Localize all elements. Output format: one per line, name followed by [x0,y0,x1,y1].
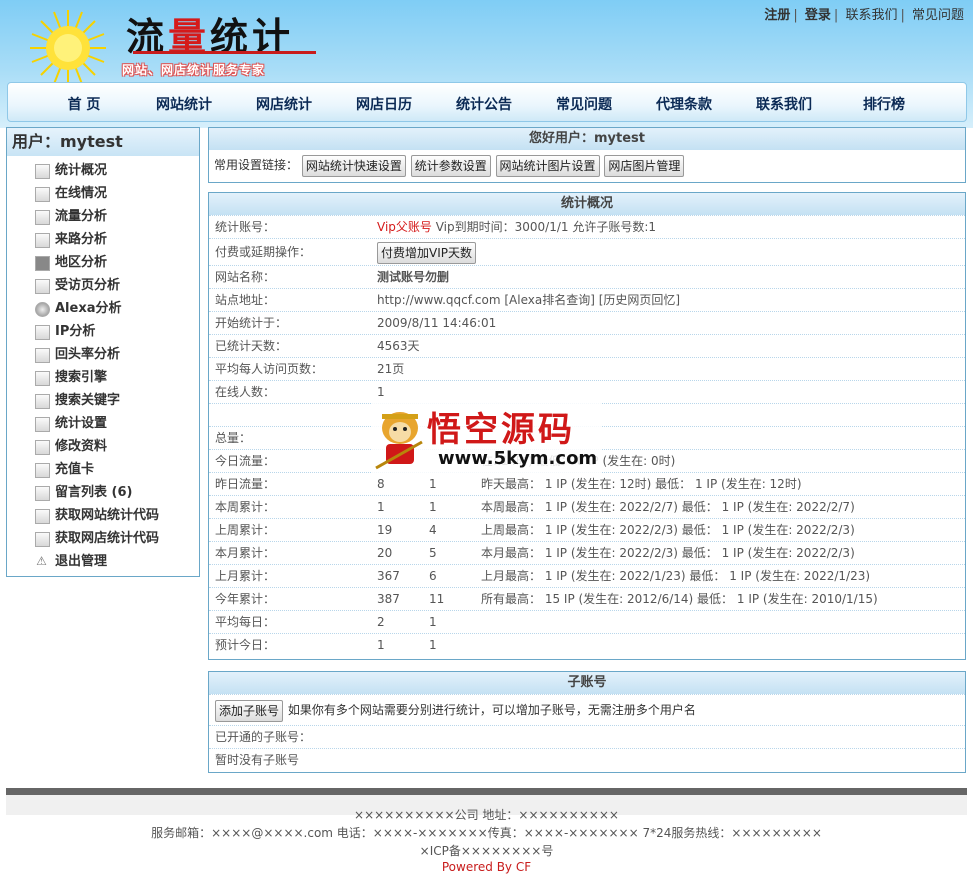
map-icon [35,256,50,271]
add-subaccount-hint: 如果你有多个网站需要分别进行统计，可以增加子账号，无需注册多个用户名 [287,703,696,717]
online-row: 在线人数： 1 [209,380,965,403]
nav-shop-calendar[interactable]: 网店日历 [334,83,434,121]
footer-divider [6,788,967,795]
stat-row-forecast: 预计今日： 1 1 [209,633,965,656]
site-url-row: 站点地址： http://www.qqcf.com [Alexa排名查询] [历… [209,288,965,311]
stat-row-yesterday: 昨日流量： 8 1 昨天最高： 1 IP (发生在: 12时) 最低： 1 IP (发… [209,472,965,495]
no-subaccounts-row: 暂时没有子账号 [209,748,965,771]
page-icon [35,394,50,409]
arrow-icon [35,509,50,524]
nav-site-stats[interactable]: 网站统计 [134,83,234,121]
settings-links-row: 常用设置链接： 网站统计快速设置 统计参数设置 网站统计图片设置 网店图片管理 [209,150,965,180]
nav-shop-stats[interactable]: 网店统计 [234,83,334,121]
nav-home[interactable]: 首 页 [34,83,134,121]
register-link[interactable]: 注册 [761,8,793,23]
add-subaccount-row: 添加子账号 如果你有多个网站需要分别进行统计，可以增加子账号，无需注册多个用户名 [209,694,965,725]
start-row: 开始统计于： 2009/8/11 14:46:01 [209,311,965,334]
sidebar: 用户：mytest 统计概况 在线情况 流量分析 来路分析 地区分析 受访页分析… [6,127,200,577]
page-icon [35,187,50,202]
globe-icon [35,302,50,317]
footer-contact: 服务邮箱：××××@××××.com 电话：××××-×××××××传真：×××… [151,826,822,840]
footer-powered[interactable]: Powered By CF [0,860,973,874]
warning-icon: ⚠ [36,554,47,568]
add-subaccount-button[interactable]: 添加子账号 [215,699,284,722]
faq-link[interactable]: 常见问题 [909,8,967,23]
nav-announcements[interactable]: 统计公告 [434,83,534,121]
logo-underline [133,51,316,54]
site-name-row: 网站名称： 测试账号勿删 [209,265,965,288]
footer-icp: ×ICP备××××××××号 [419,844,554,858]
stat-row-daily-avg: 平均每日： 2 1 [209,610,965,633]
nav-ranking[interactable]: 排行榜 [834,83,934,121]
welcome-title: 您好用户：mytest [209,128,965,150]
main-nav: 首 页 网站统计 网店统计 网店日历 统计公告 常见问题 代理条款 联系我们 排… [7,82,967,122]
avg-pages-row: 平均每人访问页数： 21页 [209,357,965,380]
opened-subaccounts-row: 已开通的子账号： [209,725,965,748]
welcome-panel: 您好用户：mytest 常用设置链接： 网站统计快速设置 统计参数设置 网站统计… [208,127,966,183]
message-icon [35,486,50,501]
settings-links-label: 常用设置链接： [214,158,299,172]
nav-contact[interactable]: 联系我们 [734,83,834,121]
pay-row: 付费或延期操作： 付费增加VIP天数 [209,238,965,265]
subaccount-title: 子账号 [209,672,965,694]
quick-setup-button[interactable]: 网站统计快速设置 [301,154,406,177]
page-icon [35,348,50,363]
monkey-mascot-icon [375,412,423,470]
stat-row-last-week: 上周累计： 19 4 上周最高： 1 IP (发生在: 2022/2/3) 最低： 1… [209,518,965,541]
logo-subtitle: 网站、网店统计服务专家 [122,63,266,77]
top-links: 注册 | 登录 | 联系我们 | 常见问题 [761,4,967,23]
site-url-link[interactable]: http://www.qqcf.com [Alexa排名查询] [历史网页回忆] [377,289,680,311]
search-icon [35,371,50,386]
watermark: 悟空源码 www.5kym.com [372,402,602,474]
sun-logo-icon [30,10,106,86]
edit-icon [35,440,50,455]
overview-title: 统计概况 [209,193,965,215]
arrow-icon [35,532,50,547]
shop-image-button[interactable]: 网店图片管理 [604,154,685,177]
watermark-url: www.5kym.com [438,448,598,469]
subaccount-panel: 子账号 添加子账号 如果你有多个网站需要分别进行统计，可以增加子账号，无需注册多… [208,671,966,773]
add-vip-days-button[interactable]: 付费增加VIP天数 [377,241,476,264]
ip-icon [35,325,50,340]
contact-link[interactable]: 联系我们 [842,8,900,23]
login-link[interactable]: 登录 [802,8,834,23]
params-setup-button[interactable]: 统计参数设置 [410,154,491,177]
stat-row-this-month: 本月累计： 20 5 本月最高： 1 IP (发生在: 2022/2/3) 最低： 1… [209,541,965,564]
stat-row-this-week: 本周累计： 1 1 本周最高： 1 IP (发生在: 2022/2/7) 最低： 1 … [209,495,965,518]
days-row: 已统计天数： 4563天 [209,334,965,357]
sidebar-title: 用户：mytest [7,128,199,156]
watermark-title: 悟空源码 [427,410,575,450]
document-icon [35,233,50,248]
card-icon [35,463,50,478]
calendar-icon [35,279,50,294]
stat-row-this-year: 今年累计： 387 11 所有最高： 15 IP (发生在: 2012/6/14) 最… [209,587,965,610]
stat-row-last-month: 上月累计： 367 6 上月最高： 1 IP (发生在: 2022/1/23) 最低：… [209,564,965,587]
nav-agency[interactable]: 代理条款 [634,83,734,121]
footer-company: ××××××××××公司 地址：×××××××××× [354,808,619,822]
document-icon [35,210,50,225]
gear-icon [35,417,50,432]
nav-faq[interactable]: 常见问题 [534,83,634,121]
account-row: 统计账号： Vip父账号 Vip到期时间：3000/1/1 允许子账号数:1 [209,215,965,238]
page-icon [35,164,50,179]
image-setup-button[interactable]: 网站统计图片设置 [495,154,600,177]
site-logo[interactable]: 流量统计 网站、网店统计服务专家 [18,4,316,86]
vip-badge: Vip父账号 [377,220,432,234]
